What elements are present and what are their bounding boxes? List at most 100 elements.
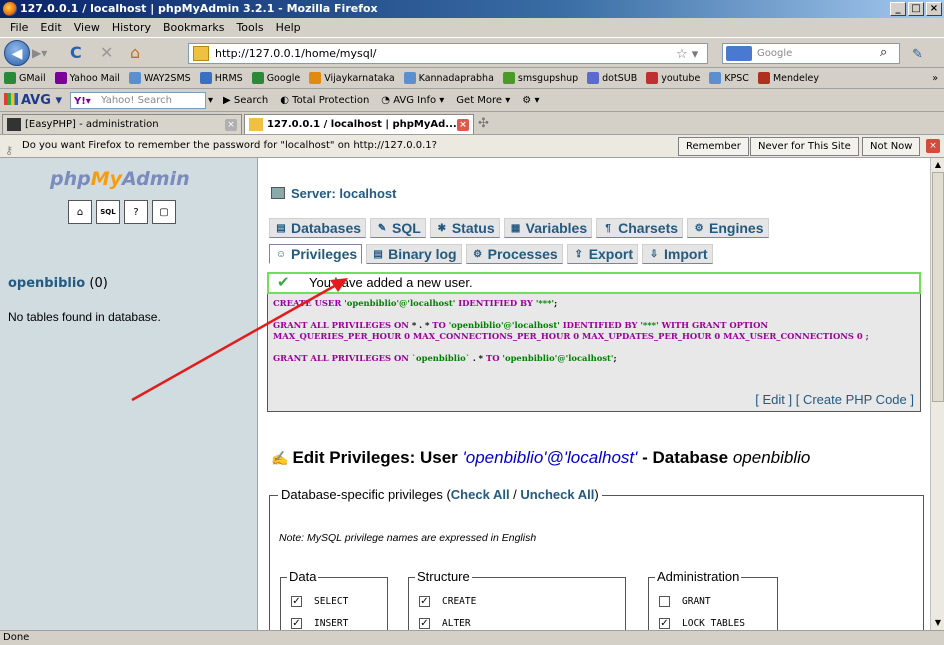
bookmark-smsgupshup[interactable]: smsgupshup [502, 72, 578, 84]
bookmark-label: youtube [661, 72, 701, 84]
import-icon: ⇩ [649, 248, 659, 260]
home-icon[interactable]: ⌂ [68, 200, 92, 224]
scroll-down-icon[interactable]: ▼ [931, 616, 944, 630]
search-box[interactable]: Google [722, 43, 900, 64]
tab-binary-log[interactable]: ▤ Binary log [366, 244, 462, 264]
scrollbar-thumb[interactable] [932, 172, 944, 402]
structure-privileges-group: Structure ✓ CREATE ✓ ALTER [408, 569, 626, 630]
server-tabs-row2: ☺ Privileges ▤ Binary log ⚙ Processes ⇪ Expo… [269, 244, 713, 264]
search-go-icon[interactable]: ⌕ [880, 45, 887, 60]
tab-privileges[interactable]: ☺ Privileges [269, 244, 363, 264]
database-link[interactable]: openbiblio (0) [8, 276, 108, 291]
tab-variables[interactable]: ▦ Variables [503, 218, 593, 238]
avg-info-button[interactable]: ◔ AVG Info ▾ [381, 95, 444, 106]
bookmarks-overflow-icon[interactable]: » [932, 73, 938, 84]
menu-edit[interactable]: Edit [34, 21, 67, 34]
tab-label: [EasyPHP] - administration [25, 119, 159, 130]
privilege-lock-tables[interactable]: ✓ LOCK TABLES [659, 618, 745, 629]
close-notification-icon[interactable]: × [926, 139, 940, 153]
tab-charsets[interactable]: ¶ Charsets [596, 218, 684, 238]
stop-icon[interactable]: ✕ [100, 44, 113, 62]
checkbox[interactable] [659, 596, 670, 607]
privilege-grant[interactable]: GRANT [659, 596, 711, 607]
bookmark-label: HRMS [214, 72, 243, 84]
dropdown-icon[interactable]: ▾ [208, 95, 213, 106]
yahoo-search-input[interactable]: Y!▾ Yahoo! Search [69, 91, 206, 109]
avg-search-button[interactable]: ▶ Search [223, 95, 268, 106]
reload-icon[interactable]: C [70, 44, 82, 62]
tab-easyphp[interactable]: [EasyPHP] - administration × [2, 114, 242, 135]
menu-bookmarks[interactable]: Bookmarks [157, 21, 230, 34]
tab-engines[interactable]: ⚙ Engines [687, 218, 769, 238]
bookmark-way2sms[interactable]: WAY2SMS [128, 72, 191, 84]
menu-history[interactable]: History [106, 21, 157, 34]
privilege-insert[interactable]: ✓ INSERT [291, 618, 348, 629]
menu-view[interactable]: View [68, 21, 106, 34]
new-tab-button[interactable]: ✣ [478, 116, 489, 131]
checkbox[interactable]: ✓ [419, 596, 430, 607]
menu-tools[interactable]: Tools [230, 21, 269, 34]
tab-databases[interactable]: ▤ Databases [269, 218, 367, 238]
bookmark-gmail[interactable]: GMail [4, 72, 46, 84]
bookmark-hrms[interactable]: HRMS [199, 72, 243, 84]
menu-file[interactable]: File [4, 21, 34, 34]
bookmark-kannadaprabha[interactable]: Kannadaprabha [403, 72, 494, 84]
close-tab-icon[interactable]: × [457, 119, 469, 131]
total-protection-button[interactable]: ◐ Total Protection [280, 95, 369, 106]
uncheck-all-link[interactable]: Uncheck All [520, 487, 594, 502]
close-tab-icon[interactable]: × [225, 119, 237, 131]
google-engine-icon[interactable] [726, 46, 752, 61]
edit-privileges-heading: ✍ Edit Privileges: User 'openbiblio'@'loc… [271, 448, 811, 467]
scroll-up-icon[interactable]: ▲ [931, 158, 944, 172]
avg-toolbar: AVG ▾ Y!▾ Yahoo! Search ▾ ▶ Search ◐ Tot… [0, 88, 944, 111]
menu-help[interactable]: Help [270, 21, 307, 34]
minimize-button[interactable]: _ [890, 2, 906, 16]
tab-status[interactable]: ✱ Status [429, 218, 500, 238]
home-icon[interactable]: ⌂ [130, 44, 140, 62]
avg-logo[interactable]: AVG ▾ [4, 92, 62, 108]
tab-processes[interactable]: ⚙ Processes [465, 244, 563, 264]
bookmark-dotsub[interactable]: dotSUB [587, 72, 637, 84]
create-php-code-link[interactable]: Create PHP Code [803, 392, 907, 407]
tab-sql[interactable]: ✎ SQL [370, 218, 426, 238]
maximize-button[interactable]: □ [908, 2, 924, 16]
privilege-select[interactable]: ✓ SELECT [291, 596, 348, 607]
tab-phpmyadmin[interactable]: 127.0.0.1 / localhost | phpMyAd... × [244, 114, 474, 135]
tab-import[interactable]: ⇩ Import [642, 244, 713, 264]
back-button[interactable]: ◀ [4, 40, 30, 66]
page-icon [403, 72, 416, 84]
checkbox[interactable]: ✓ [419, 618, 430, 629]
checkbox[interactable]: ✓ [659, 618, 670, 629]
tab-export[interactable]: ⇪ Export [566, 244, 639, 264]
bookmark-mendeley[interactable]: Mendeley [757, 72, 819, 84]
avg-settings-icon[interactable]: ⚙ ▾ [522, 95, 539, 106]
bookmark-google[interactable]: Google [251, 72, 300, 84]
checkbox[interactable]: ✓ [291, 596, 302, 607]
server-breadcrumb[interactable]: Server: localhost [271, 186, 397, 201]
bookmark-star-icon[interactable]: ☆ ▾ [676, 47, 698, 62]
bookmark-vijaykarnataka[interactable]: Vijaykarnataka [309, 72, 395, 84]
export-icon: ⇪ [574, 248, 583, 260]
query-window-icon[interactable]: SQL [96, 200, 120, 224]
mysql-docs-icon[interactable]: ▢ [152, 200, 176, 224]
documentation-icon[interactable]: ? [124, 200, 148, 224]
address-bar[interactable]: http://127.0.0.1/home/mysql/ [188, 43, 708, 64]
binarylog-icon: ▤ [373, 248, 383, 260]
vertical-scrollbar[interactable]: ▲ ▼ [930, 158, 944, 630]
addon-icon[interactable]: ✎ [912, 46, 923, 64]
close-window-button[interactable]: × [926, 2, 942, 16]
get-more-button[interactable]: Get More ▾ [456, 95, 510, 106]
remember-button[interactable]: Remember [678, 137, 749, 156]
edit-sql-link[interactable]: Edit [762, 392, 784, 407]
phpmyadmin-logo[interactable]: phpMyAdmin [50, 168, 190, 190]
bookmark-kpsc[interactable]: KPSC [709, 72, 749, 84]
bookmark-yahoo-mail[interactable]: Yahoo Mail [54, 72, 120, 84]
not-now-button[interactable]: Not Now [862, 137, 921, 156]
check-all-link[interactable]: Check All [451, 487, 510, 502]
forward-button[interactable]: ▶▾ [32, 44, 50, 62]
privilege-alter[interactable]: ✓ ALTER [419, 618, 471, 629]
checkbox[interactable]: ✓ [291, 618, 302, 629]
privilege-create[interactable]: ✓ CREATE [419, 596, 476, 607]
never-for-this-site-button[interactable]: Never for This Site [750, 137, 859, 156]
bookmark-youtube[interactable]: youtube [646, 72, 700, 84]
